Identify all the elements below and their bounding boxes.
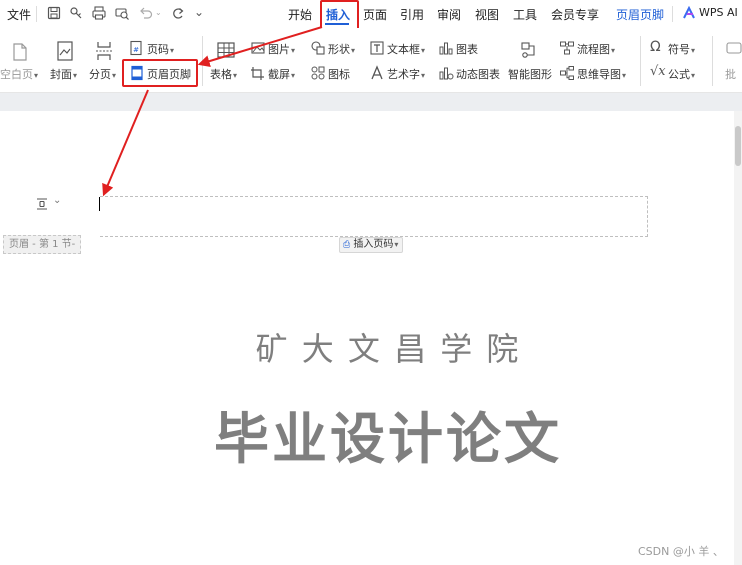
menu-divider (672, 6, 673, 22)
redo-icon[interactable] (170, 5, 186, 21)
symbol-label: 符号 (668, 43, 690, 56)
thesis-title: 毕业设计论文 (213, 407, 562, 471)
textbox-label: 文本框 (387, 43, 420, 56)
undo-dropdown-icon[interactable]: ⌄ (155, 8, 162, 17)
ribbon-divider (202, 36, 203, 86)
menu-divider (36, 6, 37, 22)
textbox-icon[interactable] (369, 40, 385, 56)
shape-button[interactable]: 形状▾ (328, 41, 355, 57)
header-align-icon (37, 198, 47, 210)
csdn-watermark: CSDN @小 羊 、 (638, 545, 724, 558)
undo-icon[interactable] (138, 5, 154, 21)
table-label: 表格 (210, 68, 232, 81)
more-chevron-icon[interactable]: ⌄ (194, 5, 204, 19)
dynamic-chart-button[interactable]: 动态图表 (456, 66, 500, 82)
vertical-scrollbar[interactable] (734, 111, 742, 565)
flowchart-button[interactable]: 流程图▾ (577, 41, 615, 57)
formula-button[interactable]: 公式▾ (668, 66, 695, 82)
tab-review[interactable]: 审阅 (437, 6, 461, 23)
wps-ai-logo-icon (683, 6, 695, 19)
tab-member[interactable]: 会员专享 (551, 6, 599, 23)
print-preview-icon[interactable] (114, 5, 130, 21)
tab-view[interactable]: 视图 (475, 6, 499, 23)
chart-button[interactable]: 图表 (456, 41, 478, 57)
header-options-button[interactable]: ⌄ (35, 195, 65, 211)
art-text-label: 艺术字 (387, 68, 420, 81)
mindmap-button[interactable]: 思维导图▾ (577, 66, 626, 82)
print-icon[interactable] (91, 5, 107, 21)
header-section-tag: 页眉 - 第 1 节- (3, 235, 82, 254)
insert-page-number-button[interactable]: ⎙ 插入页码▾ (339, 237, 404, 253)
file-menu[interactable]: 文件 (7, 6, 31, 23)
icon-library-icon[interactable] (310, 65, 326, 81)
formula-icon[interactable]: √x (650, 64, 666, 79)
wps-ai-button[interactable]: WPS AI (699, 6, 738, 19)
page-number-icon[interactable]: # (128, 40, 144, 56)
picture-label: 图片 (268, 43, 290, 56)
menu-bar: 文件 ⌄ ⌄ 开始 插入 页面 引用 审阅 视图 工具 会员专享 页眉页脚 WP… (0, 0, 742, 35)
ribbon-divider (712, 36, 713, 86)
comment-icon[interactable] (725, 40, 742, 58)
document-background (0, 93, 742, 111)
page-break-icon[interactable] (94, 40, 114, 62)
smart-graphic-icon[interactable] (519, 40, 539, 60)
svg-text:#: # (133, 46, 139, 54)
tab-references[interactable]: 引用 (400, 6, 424, 23)
ribbon-divider (640, 36, 641, 86)
chart-icon[interactable] (438, 40, 454, 56)
page-break-button[interactable]: 分页▾ (89, 66, 116, 82)
chevron-down-icon: ⌄ (53, 195, 62, 206)
cover-label: 封面 (50, 68, 72, 81)
cover-button[interactable]: 封面▾ (50, 66, 77, 82)
page-break-label: 分页 (89, 68, 111, 81)
tab-home[interactable]: 开始 (288, 6, 312, 23)
art-text-button[interactable]: 艺术字▾ (387, 66, 425, 82)
cover-page-icon[interactable] (55, 40, 75, 62)
art-text-icon[interactable] (369, 65, 385, 81)
tab-tools[interactable]: 工具 (513, 6, 537, 23)
page-number-button[interactable]: 页码▾ (147, 41, 174, 57)
blank-page-label: 空白页 (0, 68, 33, 81)
page-number-label: 页码 (147, 43, 169, 56)
screenshot-icon[interactable] (250, 65, 266, 81)
share-icon[interactable] (68, 5, 84, 21)
table-icon[interactable] (216, 40, 236, 60)
screenshot-label: 截屏 (268, 68, 290, 81)
flowchart-icon[interactable] (559, 40, 575, 56)
text-cursor (99, 197, 100, 211)
textbox-button[interactable]: 文本框▾ (387, 41, 425, 57)
dynamic-chart-icon[interactable] (438, 65, 454, 81)
comment-button[interactable]: 批 (725, 66, 736, 82)
smart-graphic-button[interactable]: 智能图形 (508, 66, 552, 82)
blank-page-icon[interactable] (10, 42, 30, 62)
symbol-icon[interactable]: Ω (650, 39, 661, 55)
icon-button[interactable]: 图标 (328, 66, 350, 82)
tab-header-footer[interactable]: 页眉页脚 (616, 6, 664, 23)
scrollbar-thumb[interactable] (735, 126, 741, 166)
tab-page[interactable]: 页面 (363, 6, 387, 23)
school-name: 矿 大 文 昌 学 院 (255, 330, 521, 368)
mindmap-label: 思维导图 (577, 68, 621, 81)
symbol-button[interactable]: 符号▾ (668, 41, 695, 57)
ribbon-insert: 空白页▾ 封面▾ 分页▾ # 页码▾ 页眉页脚 表格▾ 图片▾ 截屏▾ 形状▾ … (0, 28, 742, 93)
page-number-small-icon: ⎙ (343, 240, 351, 250)
flowchart-label: 流程图 (577, 43, 610, 56)
save-icon[interactable] (46, 5, 62, 21)
document-page[interactable]: ⌄ 页眉 - 第 1 节- ⎙ 插入页码▾ 矿 大 文 昌 学 院 毕业设计论文… (0, 111, 734, 565)
mindmap-icon[interactable] (559, 65, 575, 81)
header-footer-highlight (122, 59, 198, 87)
shape-label: 形状 (328, 43, 350, 56)
header-area[interactable] (100, 196, 648, 237)
table-button[interactable]: 表格▾ (210, 66, 237, 82)
blank-page-button[interactable]: 空白页▾ (0, 66, 38, 82)
screenshot-button[interactable]: 截屏▾ (268, 66, 295, 82)
shape-icon[interactable] (310, 40, 326, 56)
picture-icon[interactable] (250, 40, 266, 56)
insert-page-number-label: 插入页码 (353, 239, 394, 250)
formula-label: 公式 (668, 68, 690, 81)
picture-button[interactable]: 图片▾ (268, 41, 295, 57)
